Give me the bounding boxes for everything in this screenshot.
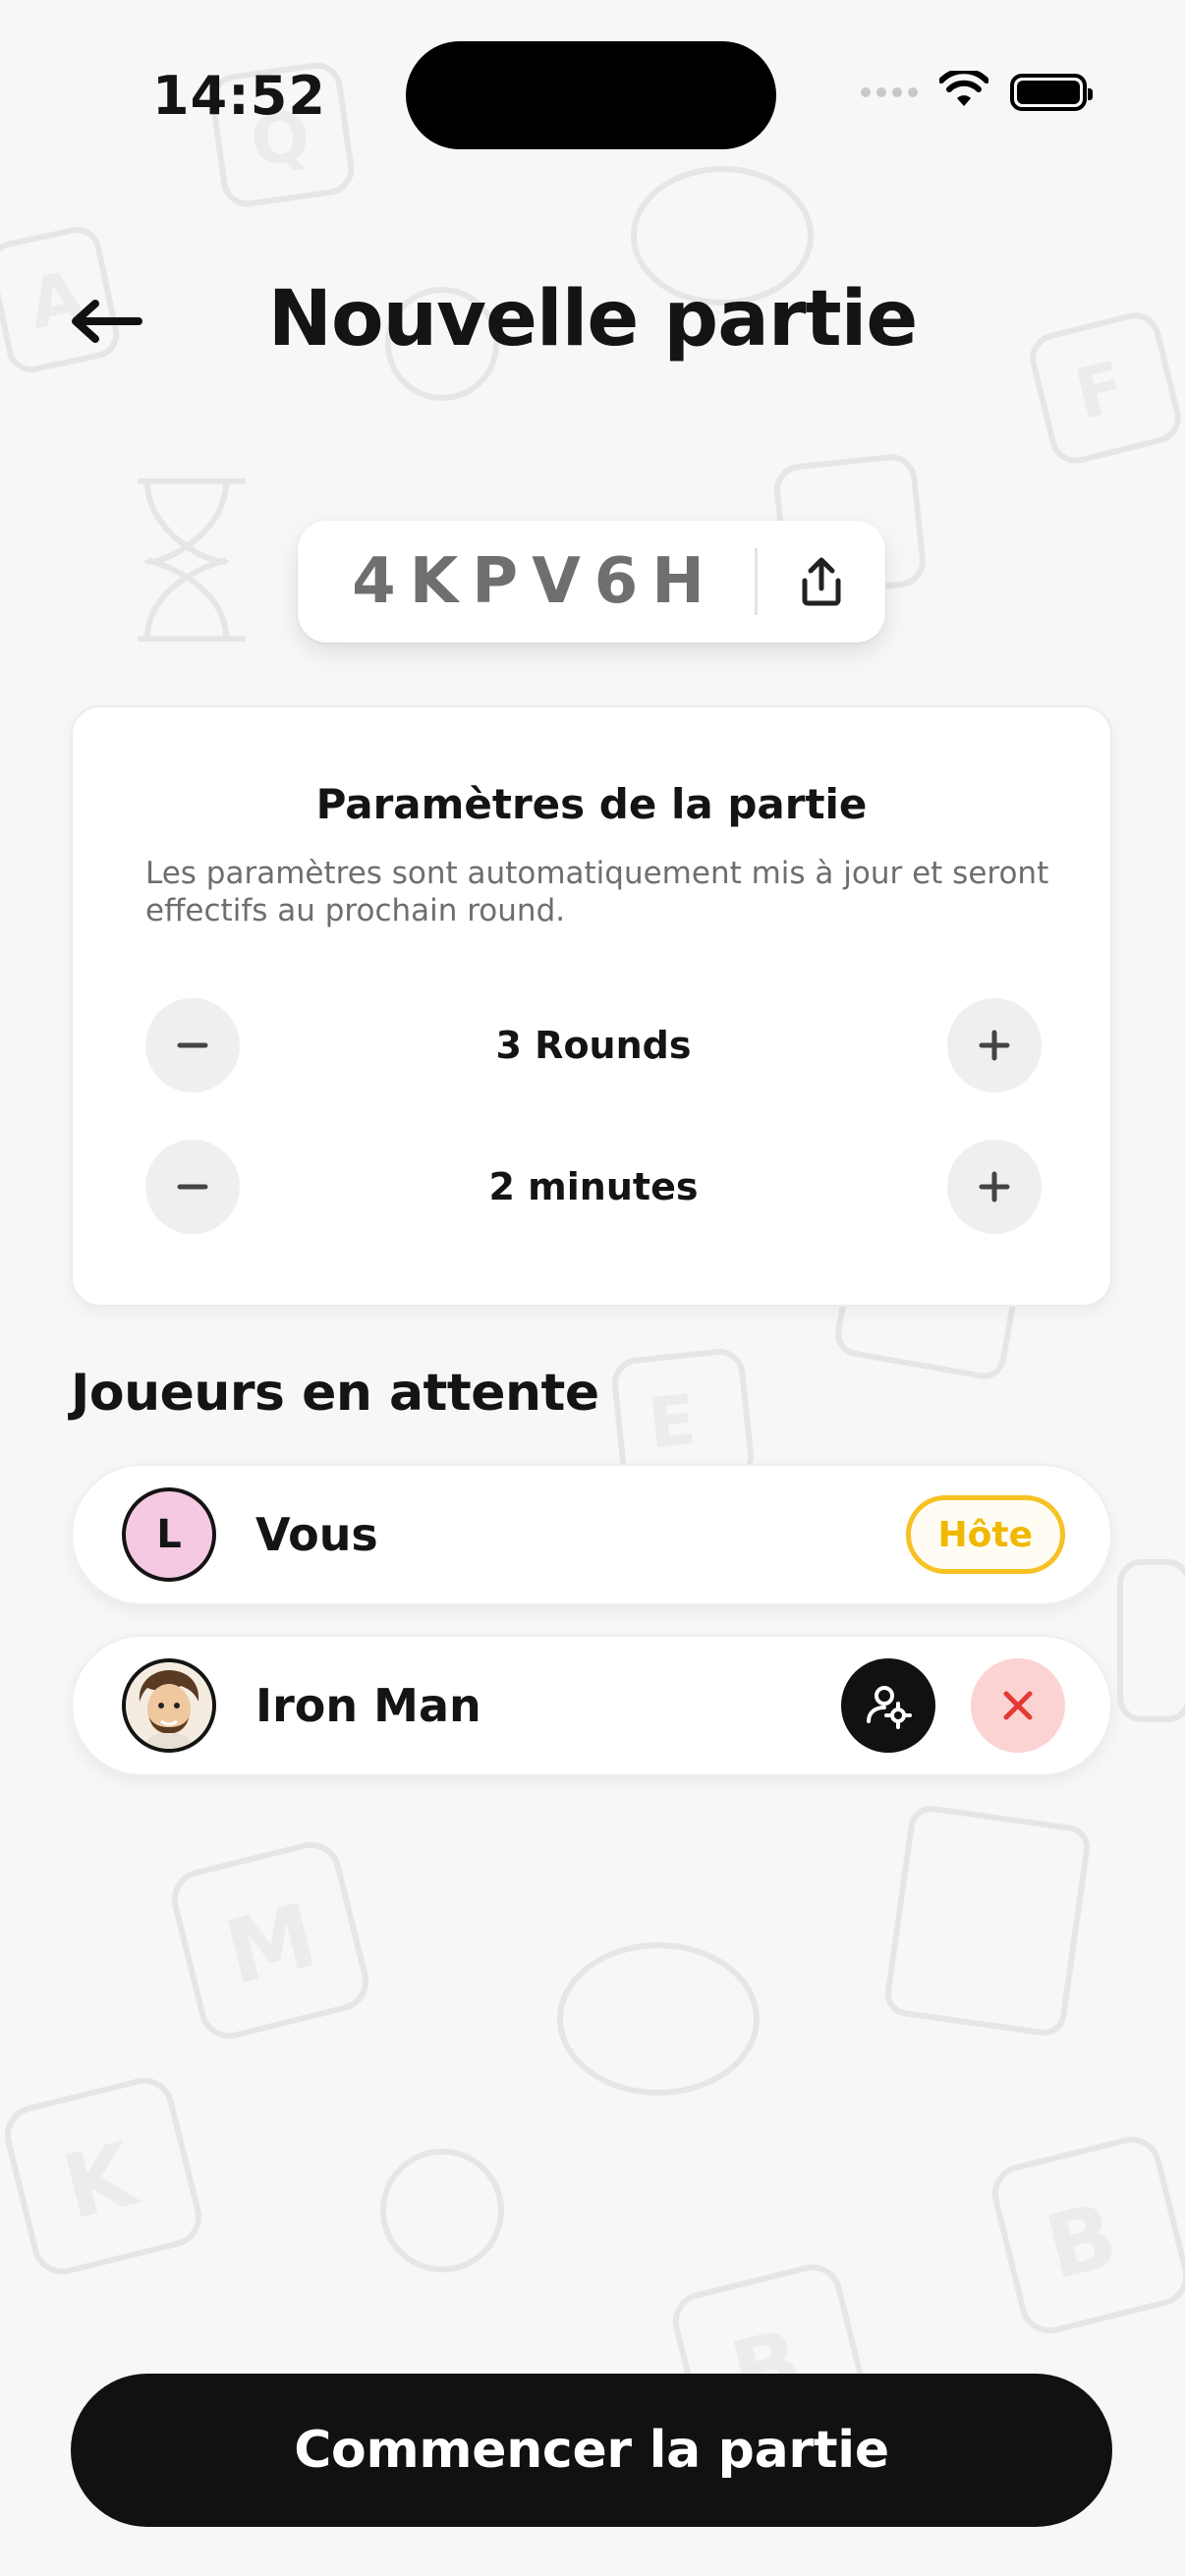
player-row-self: L Vous Hôte <box>71 1464 1112 1605</box>
avatar <box>122 1658 216 1753</box>
new-game-screen: 14:52 Nouvelle partie 4KPV6H Paramètres … <box>0 0 1185 2576</box>
minus-icon <box>177 1184 208 1190</box>
avatar: L <box>122 1487 216 1582</box>
cellular-signal-icon <box>861 87 918 97</box>
plus-icon <box>979 1030 1010 1061</box>
plus-icon <box>979 1171 1010 1203</box>
player-name: Iron Man <box>255 1679 481 1732</box>
start-game-button[interactable]: Commencer la partie <box>71 2374 1112 2527</box>
settings-title: Paramètres de la partie <box>315 780 868 828</box>
header: Nouvelle partie <box>0 265 1185 373</box>
kick-player-button[interactable] <box>971 1658 1065 1753</box>
rounds-increment-button[interactable] <box>947 998 1042 1092</box>
status-time: 14:52 <box>152 65 326 127</box>
share-button[interactable] <box>758 521 885 643</box>
rounds-stepper: 3 Rounds <box>145 998 1042 1092</box>
duration-stepper: 2 minutes <box>145 1140 1042 1234</box>
minus-icon <box>177 1042 208 1048</box>
user-gear-icon <box>867 1686 912 1729</box>
status-bar: 14:52 <box>0 0 1185 196</box>
share-icon <box>802 557 841 606</box>
promote-to-host-button[interactable] <box>841 1658 935 1753</box>
duration-value: 2 minutes <box>488 1165 699 1208</box>
rounds-decrement-button[interactable] <box>145 998 240 1092</box>
player-name: Vous <box>255 1508 378 1561</box>
dynamic-island <box>406 41 776 149</box>
rounds-value: 3 Rounds <box>495 1024 692 1067</box>
player-row-iron-man: Iron Man <box>71 1635 1112 1776</box>
duration-increment-button[interactable] <box>947 1140 1042 1234</box>
duration-decrement-button[interactable] <box>145 1140 240 1234</box>
page-title: Nouvelle partie <box>267 275 919 364</box>
cartoon-avatar-icon <box>126 1662 212 1749</box>
game-code[interactable]: 4KPV6H <box>298 545 755 618</box>
status-indicators <box>861 68 1093 114</box>
game-settings-card: Paramètres de la partie Les paramètres s… <box>71 705 1112 1307</box>
wifi-icon <box>938 68 989 114</box>
settings-description: Les paramètres sont automatiquement mis … <box>145 856 1049 928</box>
game-code-pill: 4KPV6H <box>298 521 885 643</box>
battery-full-icon <box>1010 74 1093 111</box>
host-badge: Hôte <box>905 1495 1065 1574</box>
players-section-title: Joueurs en attente <box>71 1364 599 1423</box>
close-icon <box>1003 1691 1033 1720</box>
